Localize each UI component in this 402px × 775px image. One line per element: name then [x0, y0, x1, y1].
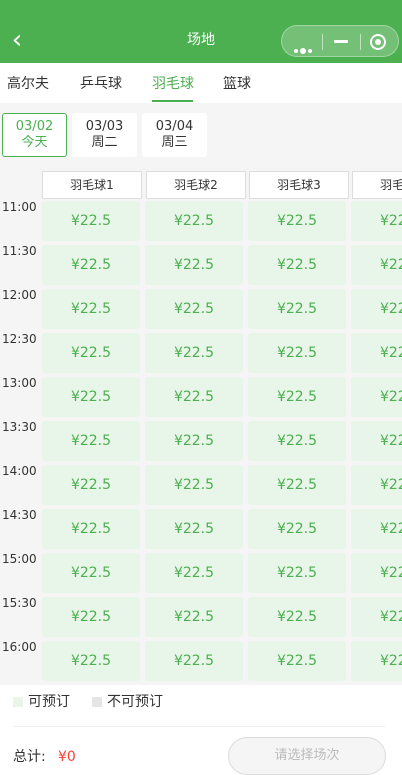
- date-value: 03/04: [155, 119, 194, 134]
- legend-available: 可预订: [28, 694, 70, 710]
- time-slot[interactable]: ¥22.5: [248, 509, 346, 549]
- time-slot[interactable]: ¥22.5: [248, 465, 346, 505]
- close-target-icon[interactable]: [370, 34, 386, 50]
- tab-basketball[interactable]: 篮球: [223, 74, 251, 94]
- time-slot[interactable]: ¥22.5: [145, 641, 243, 681]
- legend: 可预订 不可预订: [0, 688, 402, 718]
- time-label: 16:00: [2, 640, 37, 654]
- time-slot[interactable]: ¥22.5: [42, 333, 140, 373]
- time-slot[interactable]: ¥22.5: [248, 289, 346, 329]
- time-slot[interactable]: ¥22.5: [145, 465, 243, 505]
- court-header: 羽毛球1: [42, 171, 142, 199]
- time-slot[interactable]: ¥22.5: [145, 597, 243, 637]
- date-card[interactable]: 03/03 周二: [72, 113, 137, 157]
- tab-golf[interactable]: 高尔夫: [7, 74, 49, 94]
- time-slot[interactable]: ¥22.5: [145, 333, 243, 373]
- time-slot[interactable]: ¥22.5: [145, 509, 243, 549]
- divider: [13, 726, 385, 727]
- booking-area: 03/02 今天 03/03 周二 03/04 周三 羽毛球1 羽毛球2 羽毛球3 羽…: [0, 103, 402, 685]
- time-slot[interactable]: ¥22.5: [248, 333, 346, 373]
- date-card[interactable]: 03/04 周三: [142, 113, 207, 157]
- time-label: 16:30: [2, 684, 37, 685]
- capsule-divider: [322, 34, 323, 50]
- time-slot[interactable]: ¥22.5: [351, 641, 402, 681]
- active-tab-indicator: [152, 100, 193, 102]
- total-value: ¥0: [58, 749, 76, 765]
- time-slot[interactable]: ¥22.5: [42, 201, 140, 241]
- date-value: 03/02: [15, 119, 54, 134]
- time-slot[interactable]: ¥22.5: [42, 641, 140, 681]
- time-slot[interactable]: ¥22.5: [145, 245, 243, 285]
- time-slot[interactable]: ¥22.5: [42, 553, 140, 593]
- court-header: 羽毛球2: [146, 171, 246, 199]
- time-label: 11:00: [2, 200, 37, 214]
- unavailable-swatch: [92, 697, 102, 707]
- time-slot[interactable]: ¥22.5: [42, 289, 140, 329]
- time-slot[interactable]: ¥22.5: [351, 333, 402, 373]
- time-slot[interactable]: ¥22.5: [351, 509, 402, 549]
- time-label: 14:30: [2, 508, 37, 522]
- date-value: 03/03: [85, 119, 124, 134]
- time-slot[interactable]: ¥22.5: [351, 553, 402, 593]
- time-slot[interactable]: ¥22.5: [248, 245, 346, 285]
- time-slot[interactable]: ¥22.5: [351, 597, 402, 637]
- legend-unavailable: 不可预订: [107, 694, 163, 710]
- time-slot[interactable]: ¥22.5: [351, 377, 402, 417]
- tab-table-tennis[interactable]: 乒乓球: [80, 74, 122, 94]
- capsule-divider: [360, 34, 361, 50]
- available-swatch: [13, 697, 23, 707]
- time-label: 14:00: [2, 464, 37, 478]
- time-slot[interactable]: ¥22.5: [42, 509, 140, 549]
- mini-program-capsule: [281, 25, 399, 57]
- time-label: 13:30: [2, 420, 37, 434]
- time-slot[interactable]: ¥22.5: [145, 421, 243, 461]
- time-slot[interactable]: ¥22.5: [351, 465, 402, 505]
- court-header: 羽毛球3: [249, 171, 349, 199]
- time-slot[interactable]: ¥22.5: [145, 201, 243, 241]
- total-label: 总计:: [13, 749, 46, 765]
- time-label: 12:00: [2, 288, 37, 302]
- book-button[interactable]: 请选择场次: [228, 737, 386, 775]
- date-card[interactable]: 03/02 今天: [2, 113, 67, 157]
- court-header: 羽毛球4: [352, 171, 402, 199]
- time-label: 15:30: [2, 596, 37, 610]
- time-slot[interactable]: ¥22.5: [42, 245, 140, 285]
- minimize-icon[interactable]: [334, 40, 348, 43]
- time-slot[interactable]: ¥22.5: [42, 377, 140, 417]
- time-label: 13:00: [2, 376, 37, 390]
- time-slot[interactable]: ¥22.5: [42, 465, 140, 505]
- more-icon[interactable]: [294, 40, 314, 59]
- time-slot[interactable]: ¥22.5: [248, 553, 346, 593]
- tab-badminton[interactable]: 羽毛球: [152, 74, 194, 94]
- time-label: 15:00: [2, 552, 37, 566]
- time-slot[interactable]: ¥22.5: [351, 245, 402, 285]
- sport-tabs: 高尔夫 乒乓球 羽毛球 篮球: [0, 63, 402, 103]
- time-slot[interactable]: ¥22.5: [145, 377, 243, 417]
- time-slot[interactable]: ¥22.5: [248, 377, 346, 417]
- time-slot[interactable]: ¥22.5: [145, 289, 243, 329]
- time-slot[interactable]: ¥22.5: [42, 421, 140, 461]
- time-slot[interactable]: ¥22.5: [248, 201, 346, 241]
- date-weekday: 周三: [161, 135, 188, 150]
- time-slot[interactable]: ¥22.5: [351, 421, 402, 461]
- navbar: ‹ 场地: [0, 0, 402, 63]
- time-slot[interactable]: ¥22.5: [248, 421, 346, 461]
- time-slot[interactable]: ¥22.5: [351, 289, 402, 329]
- time-slot[interactable]: ¥22.5: [351, 201, 402, 241]
- time-label: 11:30: [2, 244, 37, 258]
- time-slot[interactable]: ¥22.5: [248, 641, 346, 681]
- date-weekday: 今天: [21, 135, 48, 150]
- time-slot[interactable]: ¥22.5: [248, 597, 346, 637]
- time-slot[interactable]: ¥22.5: [145, 553, 243, 593]
- time-label: 12:30: [2, 332, 37, 346]
- time-slot[interactable]: ¥22.5: [42, 597, 140, 637]
- date-weekday: 周二: [91, 135, 118, 150]
